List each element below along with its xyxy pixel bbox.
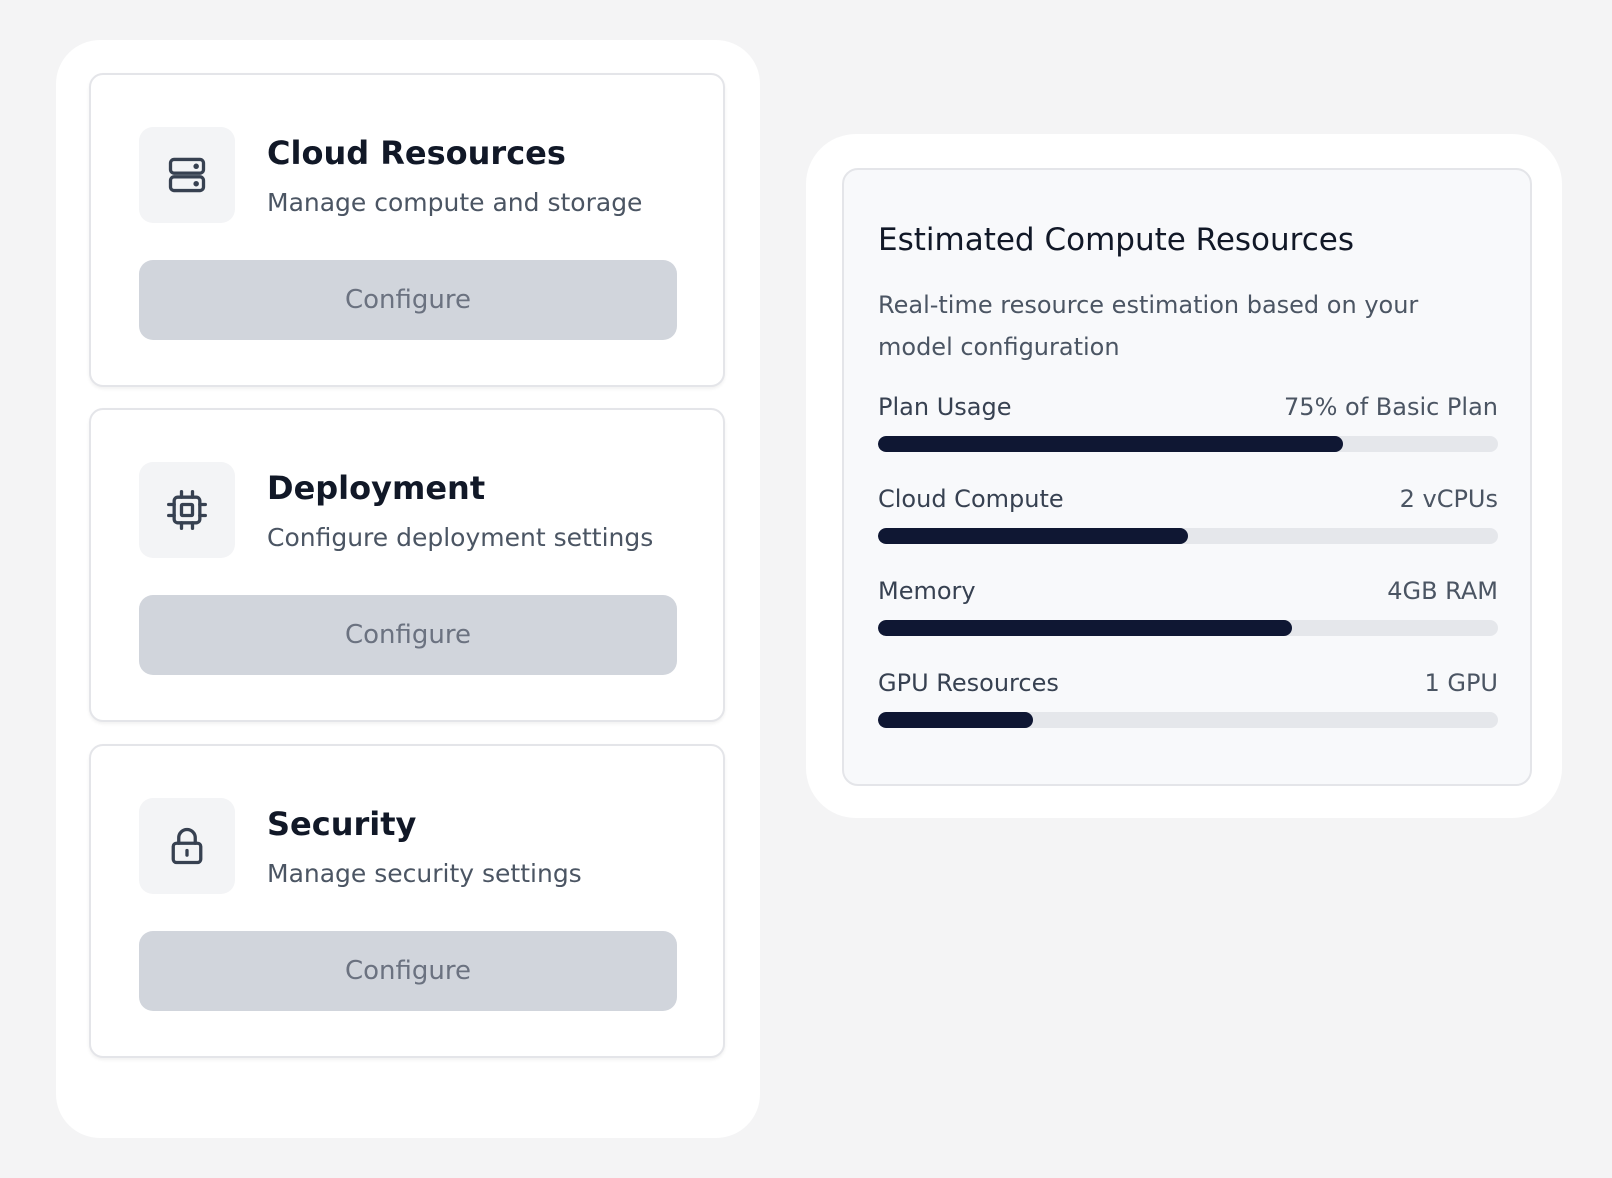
card-description: Manage security settings — [267, 859, 582, 888]
lock-icon — [139, 798, 235, 894]
estimated-compute-card: Estimated Compute Resources Real-time re… — [842, 168, 1532, 786]
card-title: Deployment — [267, 469, 486, 507]
estimate-panel: Estimated Compute Resources Real-time re… — [806, 134, 1562, 818]
metric-plan-usage: Plan Usage 75% of Basic Plan — [878, 390, 1498, 460]
security-card: Security Manage security settings Config… — [89, 744, 725, 1058]
progress-fill — [878, 620, 1292, 636]
metric-label: Plan Usage — [878, 393, 1012, 421]
metric-label: GPU Resources — [878, 669, 1059, 697]
metric-value: 2 vCPUs — [1399, 485, 1498, 513]
metric-memory: Memory 4GB RAM — [878, 574, 1498, 644]
cloud-resources-configure-button[interactable]: Configure — [139, 260, 677, 340]
cpu-chip-icon — [139, 462, 235, 558]
metric-value: 75% of Basic Plan — [1284, 393, 1498, 421]
security-configure-button[interactable]: Configure — [139, 931, 677, 1011]
progress-track — [878, 712, 1498, 728]
progress-fill — [878, 712, 1033, 728]
card-description: Manage compute and storage — [267, 188, 643, 217]
estimate-description: Real-time resource estimation based on y… — [878, 291, 1419, 361]
metric-value: 4GB RAM — [1387, 577, 1498, 605]
metric-gpu-resources: GPU Resources 1 GPU — [878, 666, 1498, 736]
deployment-configure-button[interactable]: Configure — [139, 595, 677, 675]
card-description: Configure deployment settings — [267, 523, 654, 552]
card-title: Security — [267, 805, 417, 843]
deployment-card: Deployment Configure deployment settings… — [89, 408, 725, 722]
estimate-title: Estimated Compute Resources — [878, 222, 1354, 258]
cloud-resources-card: Cloud Resources Manage compute and stora… — [89, 73, 725, 387]
progress-fill — [878, 436, 1343, 452]
progress-fill — [878, 528, 1188, 544]
settings-panel: Cloud Resources Manage compute and stora… — [56, 40, 760, 1138]
metric-label: Memory — [878, 577, 976, 605]
server-icon — [139, 127, 235, 223]
metric-value: 1 GPU — [1424, 669, 1498, 697]
progress-track — [878, 436, 1498, 452]
progress-track — [878, 528, 1498, 544]
card-title: Cloud Resources — [267, 134, 566, 172]
progress-track — [878, 620, 1498, 636]
metric-cloud-compute: Cloud Compute 2 vCPUs — [878, 482, 1498, 552]
metric-label: Cloud Compute — [878, 485, 1064, 513]
